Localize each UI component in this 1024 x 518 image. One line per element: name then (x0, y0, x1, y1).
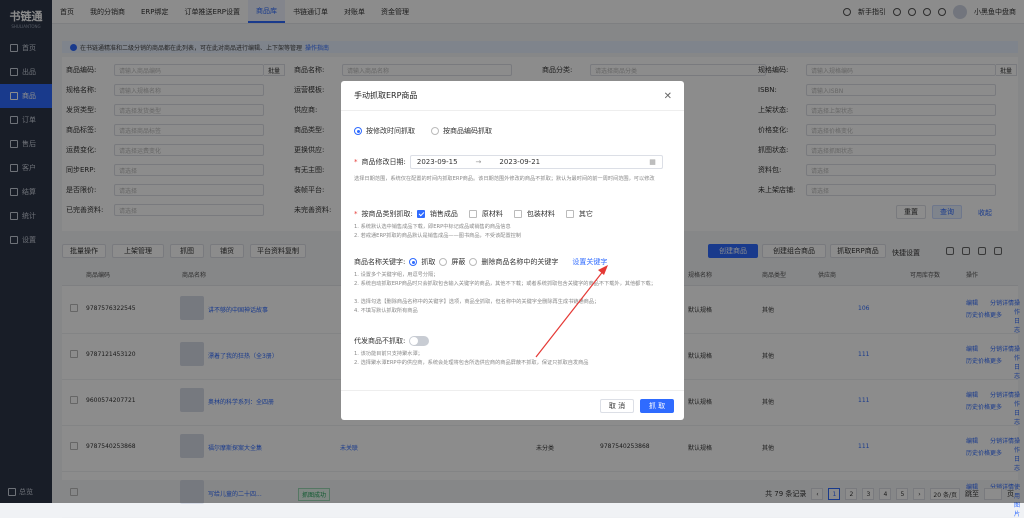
category-label[interactable]: 包装材料 (527, 209, 555, 219)
category-label[interactable]: 原材料 (482, 209, 503, 219)
date-row: *商品修改日期: 2023-09-15 → 2023-09-21 ▦ (354, 155, 674, 169)
fetch-erp-modal: 手动抓取ERP商品 ✕ 按修改时间抓取 按商品编码抓取 *商品修改日期: 202… (341, 81, 684, 420)
modal-header: 手动抓取ERP商品 (341, 81, 684, 111)
cancel-button[interactable]: 取 消 (600, 399, 634, 413)
category-hint-1: 1. 系统默认选中销售成品下载，即ERP中标记成品或销售的商品信息 (354, 223, 672, 232)
category-checkbox[interactable] (469, 210, 477, 218)
keyword-radio-block[interactable] (439, 258, 447, 266)
keyword-row: 商品名称关键字: 抓取 屏蔽 删除商品名称中的关键字 设置关键字 (354, 257, 674, 267)
category-label[interactable]: 销售成品 (430, 209, 458, 219)
calendar-icon[interactable]: ▦ (649, 158, 656, 166)
keyword-hint-2: 2. 系统自动抓取ERP商品时只会抓取包含输入关键字的商品，其他不下载；或者系统… (354, 280, 672, 289)
proxy-hint-1: 1. 该功能目前只支持聚水潭； (354, 350, 672, 359)
proxy-row: 代发商品不抓取: (354, 336, 674, 346)
proxy-hint-2: 2. 选择聚水潭ERP中的供应商，系统会处理将包含所选供应商的商品屏蔽不抓取，保… (354, 359, 672, 368)
proxy-toggle[interactable] (409, 336, 429, 346)
mode-radio-time[interactable] (354, 127, 362, 135)
mode-radio-code[interactable] (431, 127, 439, 135)
keyword-radio-fetch[interactable] (409, 258, 417, 266)
set-keyword-link[interactable]: 设置关键字 (572, 257, 607, 267)
fetch-button[interactable]: 抓 取 (640, 399, 674, 413)
category-checkbox[interactable] (514, 210, 522, 218)
modal-footer: 取 消 抓 取 (341, 390, 684, 420)
category-label[interactable]: 其它 (579, 209, 593, 219)
modal-title: 手动抓取ERP商品 (354, 90, 417, 101)
keyword-hint-4: 4. 不填写默认抓取所有商品 (354, 307, 672, 316)
category-hint-2: 2. 若戒通ERP抓取的商品默认是销售成品——图书商品，不受该配置控制 (354, 232, 672, 241)
keyword-hint-3: 3. 选择勾选【删除商品名称中的关键字】选项，商品全抓取，但名称中的关键字全删除… (354, 298, 672, 307)
category-row: *按商品类别抓取: 销售成品原材料包装材料其它 (354, 209, 674, 219)
category-checkbox[interactable] (417, 210, 425, 218)
date-hint: 选择日期范围，系统仅在配置的时间内抓取ERP商品。该日期范围外修改的商品不抓取；… (354, 175, 672, 184)
date-range-picker[interactable]: 2023-09-15 → 2023-09-21 ▦ (410, 155, 663, 169)
category-checkbox[interactable] (566, 210, 574, 218)
keyword-hint-1: 1. 设置多个关键字组，用逗号分隔； (354, 271, 672, 280)
mode-group: 按修改时间抓取 按商品编码抓取 (354, 126, 674, 136)
keyword-radio-delete[interactable] (469, 258, 477, 266)
close-icon[interactable]: ✕ (664, 91, 672, 102)
